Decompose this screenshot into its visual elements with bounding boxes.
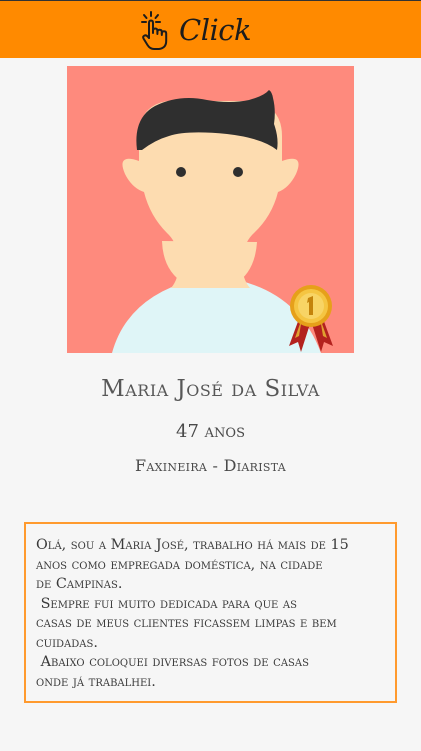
gold-medal-ribbon-icon [289,285,333,352]
worker-age: 47 anos [176,421,245,442]
worker-occupation: Faxineira - Diarista [135,456,286,475]
bio-line: de Campinas. [36,576,123,592]
bio-description-box: Olá, sou a Maria José, trabalho há mais … [24,522,397,703]
bio-line: anos como empregada doméstica, na cidade [36,556,323,573]
top-navigation-bar: Click [0,0,421,58]
bio-line: onde já trabalhei. [36,673,156,690]
logo-text: Click [179,12,252,47]
bio-line: Olá, sou a Maria José, trabalho há mais … [36,537,349,553]
bio-line: casas de meus clientes ficassem limpas e… [36,615,337,631]
bio-line: Sempre fui muito dedicada para que as [36,595,297,612]
bio-line: cuidadas. [36,634,98,651]
bio-line: Abaixo coloquei diversas fotos de casas [36,654,309,670]
app-logo[interactable]: Click [139,8,252,52]
tap-hand-icon [141,11,168,50]
worker-name: Maria José da Silva [101,376,320,402]
